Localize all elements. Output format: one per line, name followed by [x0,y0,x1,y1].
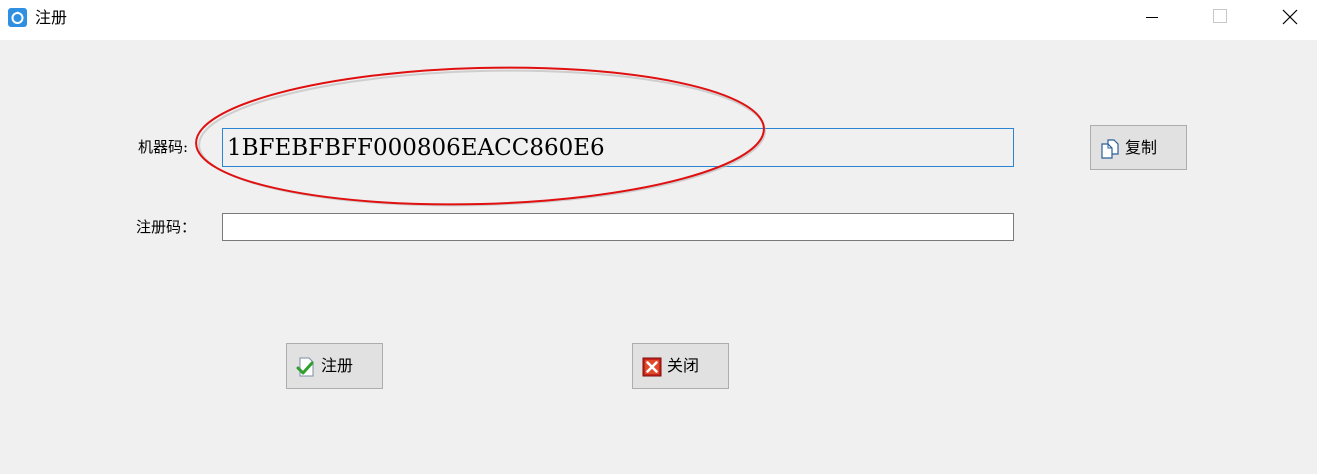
machine-code-label: 机器码: [138,138,189,156]
register-button-label: 注册 [321,356,354,375]
close-x-icon [642,357,662,377]
copy-button[interactable]: 复制 [1090,125,1187,170]
minimize-button[interactable] [1130,0,1176,34]
title-bar: 注册 [0,0,1317,40]
close-button[interactable]: 关闭 [632,343,729,389]
maximize-icon [1213,9,1227,23]
registration-code-field[interactable] [222,213,1014,241]
app-logo-icon [8,8,27,27]
maximize-button[interactable] [1196,0,1242,34]
copy-button-label: 复制 [1125,138,1158,157]
dialog-body [0,40,1317,474]
register-check-icon [296,357,314,377]
register-button[interactable]: 注册 [286,343,383,389]
minimize-icon [1146,17,1158,18]
window-title: 注册 [35,8,68,27]
close-icon [1282,9,1298,25]
registration-code-label: 注册码： [136,218,197,236]
copy-icon [1101,139,1119,159]
window-close-button[interactable] [1266,0,1312,34]
close-button-label: 关闭 [667,356,700,375]
machine-code-field[interactable] [222,128,1014,167]
